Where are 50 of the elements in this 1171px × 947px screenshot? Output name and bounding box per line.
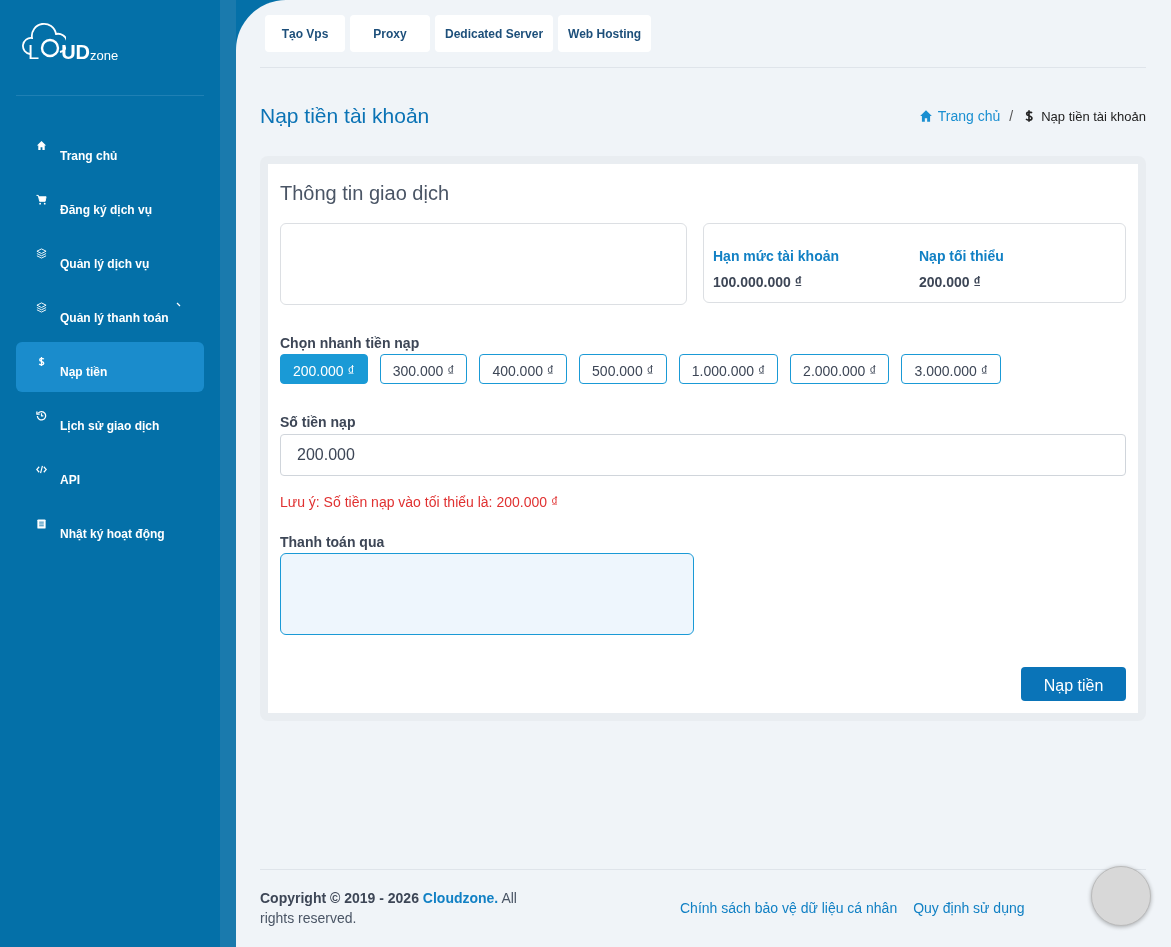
brand-link[interactable]: Cloudzone. — [422, 889, 499, 906]
sidebar-item[interactable]: Lịch sử giao dịch — [16, 396, 204, 446]
breadcrumb-separator: / — [1009, 108, 1014, 124]
amount-option[interactable]: 300.000 ₫ — [379, 354, 468, 384]
limit-label: Nạp tối thiểu — [919, 248, 1005, 264]
top-tab[interactable]: Tạo Vps — [265, 15, 345, 52]
sidebar-item[interactable]: Nạp tiền — [16, 342, 204, 392]
cart-icon — [36, 194, 47, 205]
amount-option[interactable]: 3.000.000 ₫ — [901, 354, 1001, 384]
field-label: Chọn nhanh tiền nạp — [280, 335, 421, 351]
limit-value: 200.000 ₫ — [919, 274, 982, 290]
field-label: Số tiền nạp — [280, 414, 357, 430]
sidebar-item[interactable]: API — [16, 450, 204, 500]
history-icon — [36, 410, 47, 421]
amount-option[interactable]: 400.000 ₫ — [479, 354, 568, 384]
payment-method-box[interactable] — [280, 553, 694, 635]
sidebar-item[interactable]: Quản lý thanh toán — [16, 288, 204, 338]
breadcrumb-current: Nạp tiền tài khoản — [1041, 108, 1146, 124]
home-icon — [36, 140, 47, 151]
breadcrumb-link[interactable]: Trang chủ — [937, 108, 1001, 124]
top-tab[interactable]: Web Hosting — [558, 15, 652, 52]
layers-icon — [36, 248, 47, 259]
submit-button[interactable]: Nạp tiền — [1021, 667, 1126, 701]
top-tab[interactable]: Dedicated Server — [435, 15, 554, 52]
page-title: Nạp tiền tài khoản — [260, 104, 430, 128]
warning-note: Lưu ý: Số tiền nạp vào tối thiểu là: 200.000 ₫ — [280, 494, 560, 510]
amount-option[interactable]: 500.000 ₫ — [579, 354, 667, 384]
clipboard-icon — [36, 518, 47, 529]
card-title: Thông tin giao dịch — [280, 182, 450, 205]
sidebar-item[interactable]: Trang chủ — [16, 126, 204, 176]
floating-button[interactable] — [1091, 866, 1151, 926]
logo[interactable]: L UDzone — [22, 20, 142, 70]
top-tab[interactable]: Proxy — [350, 15, 430, 52]
sidebar-item[interactable]: Quản lý dịch vụ — [16, 234, 204, 284]
dollar-icon — [36, 356, 47, 367]
layers-icon — [36, 302, 47, 313]
sidebar-item[interactable]: Nhật ký hoạt động — [16, 504, 204, 554]
amount-field[interactable]: 200.000 — [280, 434, 1126, 476]
copyright-text: Copyright © 2019 - 2026 Cloudzone. All rights reserved. — [260, 888, 518, 928]
limit-label: Hạn mức tài khoản — [713, 248, 841, 264]
home-icon — [918, 109, 933, 123]
amount-option[interactable]: 2.000.000 ₫ — [790, 354, 890, 384]
limit-value: 100.000.000 ₫ — [713, 274, 803, 290]
field-label: Thanh toán qua — [280, 534, 386, 550]
code-icon — [36, 464, 47, 475]
footer-link[interactable]: Chính sách bảo vệ dữ liệu cá nhân — [680, 899, 898, 916]
footer-link[interactable]: Quy định sử dụng — [913, 899, 1025, 916]
amount-option[interactable]: 1.000.000 ₫ — [678, 354, 779, 384]
amount-option[interactable]: 200.000 ₫ — [280, 354, 368, 384]
sidebar-item[interactable]: Đăng ký dịch vụ — [16, 180, 204, 230]
